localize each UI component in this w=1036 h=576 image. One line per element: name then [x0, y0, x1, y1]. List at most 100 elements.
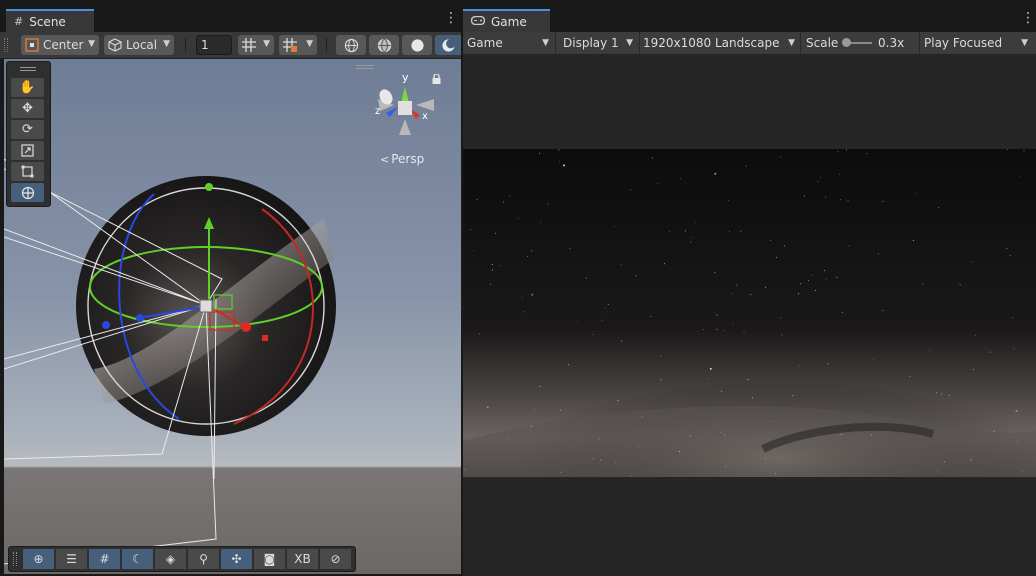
star [873, 358, 875, 360]
gizmos-button[interactable]: ⊕ [23, 549, 54, 569]
grid-visibility-button[interactable]: # [89, 549, 120, 569]
star [470, 229, 472, 230]
rotate-tool-button[interactable]: ⟳ [11, 120, 44, 139]
camera-button[interactable]: ◙ [254, 549, 285, 569]
star [540, 221, 542, 223]
shaded-button[interactable] [402, 35, 432, 55]
star [836, 276, 838, 278]
rect-tool-button[interactable] [11, 162, 44, 181]
star [841, 312, 843, 314]
star [866, 153, 868, 155]
overlay-grip[interactable] [356, 65, 374, 69]
chevron-down-icon: ▼ [626, 38, 633, 48]
navigation-button[interactable]: ✣ [221, 549, 252, 569]
render-mode-button[interactable]: ☾ [122, 549, 153, 569]
gizmo-z-cone[interactable] [386, 107, 398, 117]
star [929, 350, 931, 351]
move-z-handle[interactable] [136, 314, 144, 322]
compass-button[interactable]: ⊘ [320, 549, 351, 569]
scale-value: 0.3x [878, 36, 905, 50]
star [944, 461, 945, 463]
camera-icon: ◙ [263, 552, 276, 566]
space-mode-dropdown[interactable]: Local ▼ [104, 35, 174, 55]
tab-scene[interactable]: # Scene [6, 9, 94, 32]
star [1009, 255, 1011, 257]
scene-more-menu-icon[interactable]: ⋮ [444, 11, 458, 26]
grid-snap-dropdown[interactable]: ▼ [238, 35, 274, 55]
transform-tool-button[interactable] [11, 183, 44, 202]
star [491, 263, 493, 265]
tool-palette-grip[interactable] [20, 67, 36, 71]
hand-tool-button[interactable]: ✋ [11, 78, 44, 97]
star [539, 386, 541, 387]
gizmo-y-cone[interactable] [401, 87, 409, 103]
star [607, 304, 609, 305]
game-render-canvas[interactable] [463, 149, 1036, 477]
star [558, 149, 560, 151]
star [664, 263, 665, 265]
lighting-toggle-button[interactable] [435, 35, 461, 55]
game-more-menu-icon[interactable]: ⋮ [1021, 11, 1035, 26]
pivot-mode-dropdown[interactable]: Center ▼ [21, 35, 99, 55]
star [798, 365, 800, 367]
star [650, 315, 652, 317]
scale-slider-thumb[interactable] [841, 38, 851, 47]
move-x-handle[interactable] [241, 322, 251, 332]
orientation-gizmo[interactable]: y z x [372, 71, 442, 143]
scale-tool-button[interactable] [11, 141, 44, 160]
scale-z-handle[interactable] [102, 321, 110, 329]
star [922, 283, 924, 285]
display-dropdown[interactable]: Display 1 ▼ [559, 32, 637, 54]
view-mode-dropdown[interactable]: Game ▼ [463, 32, 553, 54]
compass-icon: ⊘ [330, 552, 341, 566]
game-toolbar: Game ▼ Display 1 ▼ 1920x1080 Landscape ▼… [463, 32, 1036, 55]
star [971, 261, 973, 263]
gizmo-center-cube[interactable] [398, 101, 412, 115]
star [690, 237, 692, 239]
star [679, 451, 680, 453]
gizmo-center[interactable] [199, 299, 213, 313]
layer-field[interactable]: 1 [196, 35, 232, 55]
magnifier-icon: ⚲ [199, 552, 208, 566]
star [800, 283, 802, 285]
star [723, 434, 725, 436]
star [937, 471, 939, 473]
play-mode-dropdown[interactable]: Play Focused ▼ [920, 32, 1032, 54]
star [1012, 317, 1014, 319]
toolbar-grip[interactable] [4, 38, 8, 52]
star [530, 425, 532, 427]
shaded-wireframe-icon [377, 38, 391, 52]
search-filter-button[interactable]: ☰ [56, 549, 87, 569]
star [601, 319, 603, 321]
tab-scene-label: Scene [29, 14, 66, 29]
scale-x-handle[interactable] [262, 335, 268, 341]
star [820, 176, 822, 178]
star [989, 351, 991, 353]
move-tool-button[interactable]: ✥ [11, 99, 44, 118]
shaded-wireframe-button[interactable] [369, 35, 399, 55]
scale-y-handle[interactable] [205, 183, 213, 191]
toolbar-divider [800, 32, 801, 54]
star [464, 469, 466, 471]
xb-button[interactable]: XB [287, 549, 318, 569]
star [840, 433, 842, 435]
wireframe-shading-button[interactable] [336, 35, 366, 55]
tab-game[interactable]: Game [463, 9, 550, 32]
layers-button[interactable]: ◈ [155, 549, 186, 569]
transform-icon [21, 186, 34, 199]
scene-viewport[interactable]: y z x < Persp [4, 59, 461, 574]
overlay-bar-grip[interactable] [13, 552, 17, 566]
play-mode-label: Play Focused [924, 36, 1003, 50]
star [660, 379, 662, 381]
increment-snap-dropdown[interactable]: ▼ [279, 35, 317, 55]
chevron-down-icon: ▼ [788, 38, 795, 48]
projection-toggle[interactable]: < Persp [380, 152, 424, 166]
scene-search-button[interactable]: ⚲ [188, 549, 219, 569]
star [567, 364, 569, 366]
view-mode-label: Game [467, 36, 503, 50]
star [585, 277, 587, 279]
star [694, 221, 696, 223]
star [948, 394, 950, 396]
star [765, 457, 767, 459]
resolution-dropdown[interactable]: 1920x1080 Landscape ▼ [639, 32, 799, 54]
